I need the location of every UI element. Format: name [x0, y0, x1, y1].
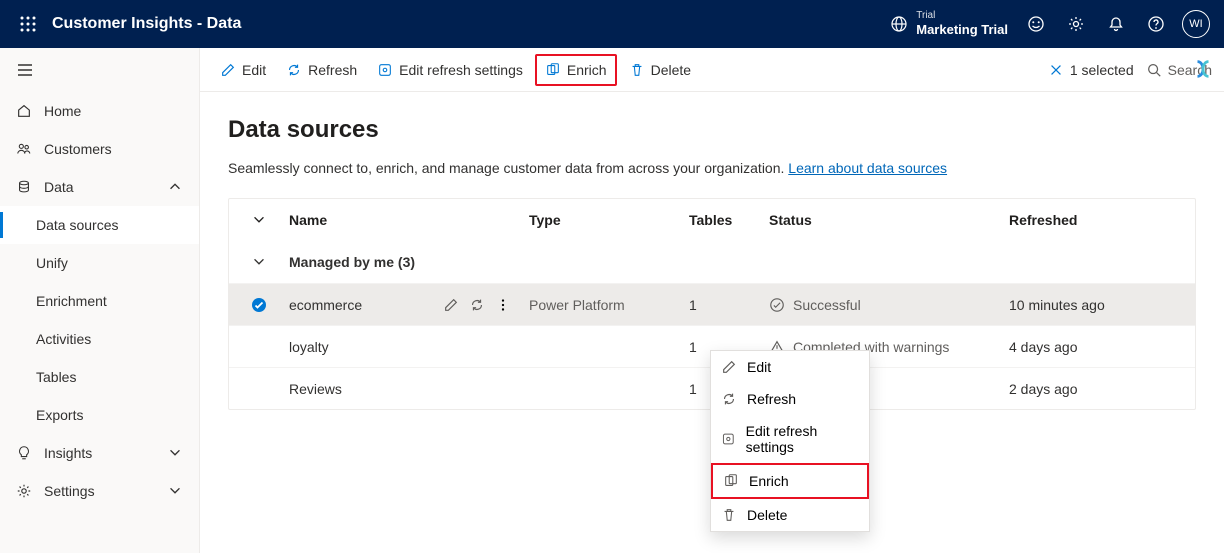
sidebar-item-label: Enrichment: [36, 293, 107, 309]
main: Edit Refresh Edit refresh settings Enric…: [200, 48, 1224, 553]
row-type: Power Platform: [529, 297, 689, 313]
row-status: Successful: [793, 297, 861, 313]
table-row[interactable]: ecommerce Power Platform 1 Successful 10…: [229, 283, 1195, 325]
row-name: loyalty: [289, 339, 329, 355]
menu-refresh[interactable]: Refresh: [711, 383, 869, 415]
row-refreshed: 4 days ago: [1009, 339, 1149, 355]
row-refreshed: 10 minutes ago: [1009, 297, 1149, 313]
delete-button[interactable]: Delete: [621, 56, 699, 84]
sidebar-item-data-sources[interactable]: Data sources: [0, 206, 199, 244]
sidebar-item-label: Insights: [44, 445, 92, 461]
refresh-button[interactable]: Refresh: [278, 56, 365, 84]
edit-button[interactable]: Edit: [212, 56, 274, 84]
chevron-down-icon: [167, 445, 183, 461]
edit-refresh-settings-button[interactable]: Edit refresh settings: [369, 56, 531, 84]
env-name: Marketing Trial: [916, 22, 1008, 38]
sidebar-item-tables[interactable]: Tables: [0, 358, 199, 396]
sidebar-item-label: Customers: [44, 141, 112, 157]
group-label: Managed by me (3): [289, 254, 529, 270]
page-title: Data sources: [228, 116, 1196, 144]
menu-edit-refresh-settings[interactable]: Edit refresh settings: [711, 415, 869, 463]
sidebar-item-unify[interactable]: Unify: [0, 244, 199, 282]
col-refreshed[interactable]: Refreshed: [1009, 212, 1149, 228]
toolbar: Edit Refresh Edit refresh settings Enric…: [200, 48, 1224, 92]
copilot-icon[interactable]: [1192, 58, 1214, 80]
feedback-icon[interactable]: [1016, 0, 1056, 48]
sidebar-item-label: Settings: [44, 483, 95, 499]
row-more-icon[interactable]: [495, 297, 511, 313]
menu-enrich[interactable]: Enrich: [711, 463, 869, 499]
row-refresh-icon[interactable]: [469, 297, 485, 313]
table-header: Name Type Tables Status Refreshed: [229, 199, 1195, 241]
clear-selection-button[interactable]: 1 selected: [1048, 62, 1134, 78]
sidebar-item-label: Home: [44, 103, 81, 119]
group-row[interactable]: Managed by me (3): [229, 241, 1195, 283]
gear-icon[interactable]: [1056, 0, 1096, 48]
col-name[interactable]: Name: [289, 212, 529, 228]
sidebar-item-home[interactable]: Home: [0, 92, 199, 130]
col-status[interactable]: Status: [769, 212, 1009, 228]
help-icon[interactable]: [1136, 0, 1176, 48]
sidebar-item-label: Exports: [36, 407, 83, 423]
row-name: ecommerce: [289, 297, 362, 313]
check-circle-icon: [769, 297, 785, 313]
learn-link[interactable]: Learn about data sources: [788, 160, 947, 176]
sidebar-item-label: Data: [44, 179, 74, 195]
row-checked-icon[interactable]: [229, 296, 289, 314]
avatar[interactable]: WI: [1176, 0, 1216, 48]
page-description: Seamlessly connect to, enrich, and manag…: [228, 160, 1196, 176]
environment-picker[interactable]: Trial Marketing Trial: [890, 10, 1008, 38]
waffle-icon[interactable]: [8, 0, 48, 48]
sidebar-item-label: Data sources: [36, 217, 118, 233]
menu-edit[interactable]: Edit: [711, 351, 869, 383]
sidebar-item-label: Activities: [36, 331, 91, 347]
sidebar-item-insights[interactable]: Insights: [0, 434, 199, 472]
bell-icon[interactable]: [1096, 0, 1136, 48]
row-edit-icon[interactable]: [443, 297, 459, 313]
sidebar-item-settings[interactable]: Settings: [0, 472, 199, 510]
row-tables: 1: [689, 297, 769, 313]
app-title: Customer Insights - Data: [52, 15, 241, 33]
env-label: Trial: [916, 10, 1008, 22]
enrich-button[interactable]: Enrich: [535, 54, 617, 86]
chevron-down-icon: [167, 483, 183, 499]
col-tables[interactable]: Tables: [689, 212, 769, 228]
sidebar-item-exports[interactable]: Exports: [0, 396, 199, 434]
chevron-down-icon: [229, 254, 289, 270]
sidebar-item-activities[interactable]: Activities: [0, 320, 199, 358]
app-header: Customer Insights - Data Trial Marketing…: [0, 0, 1224, 48]
sidebar-item-enrichment[interactable]: Enrichment: [0, 282, 199, 320]
row-name: Reviews: [289, 381, 342, 397]
sidebar-item-label: Unify: [36, 255, 68, 271]
row-refreshed: 2 days ago: [1009, 381, 1149, 397]
sidebar-item-label: Tables: [36, 369, 76, 385]
hamburger-icon[interactable]: [0, 48, 199, 92]
chevron-up-icon: [167, 179, 183, 195]
context-menu: Edit Refresh Edit refresh settings Enric…: [710, 350, 870, 532]
sidebar: Home Customers Data Data sources Unify E…: [0, 48, 200, 553]
menu-delete[interactable]: Delete: [711, 499, 869, 531]
expand-all-icon[interactable]: [229, 212, 289, 228]
sidebar-item-data[interactable]: Data: [0, 168, 199, 206]
sidebar-item-customers[interactable]: Customers: [0, 130, 199, 168]
col-type[interactable]: Type: [529, 212, 689, 228]
